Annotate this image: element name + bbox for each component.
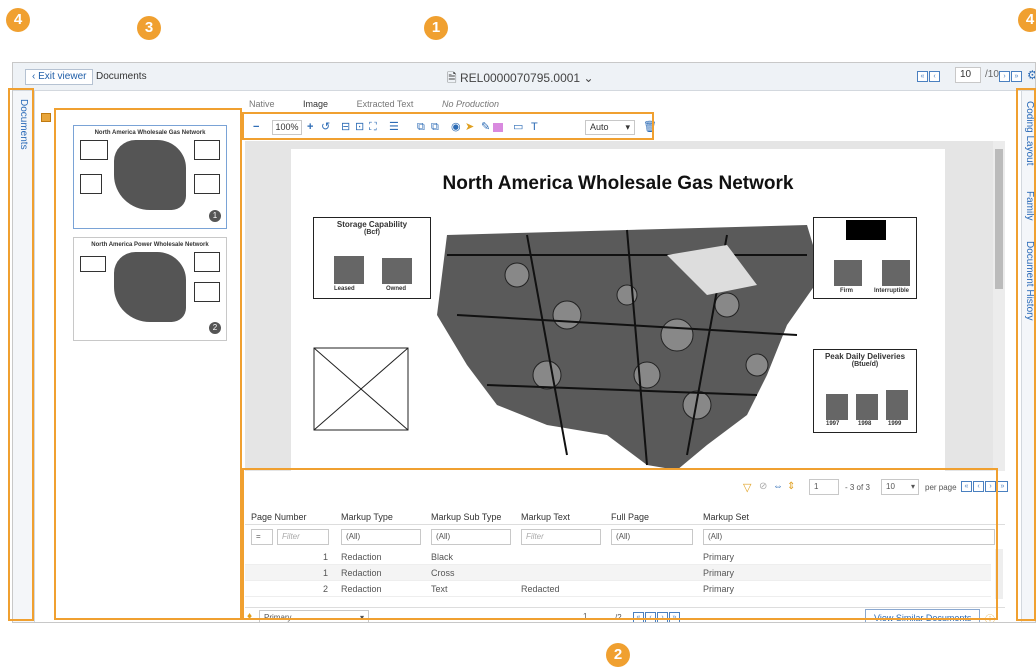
document-page: North America Wholesale Gas Network Stor… bbox=[291, 149, 945, 471]
settings-icon[interactable]: ⚙ bbox=[1027, 68, 1035, 82]
page-title: North America Wholesale Gas Network bbox=[442, 173, 794, 194]
placeholder-box bbox=[313, 347, 409, 431]
firm-interruptible-chart: Firm Interruptible bbox=[813, 217, 917, 299]
chart-unit: (Bcf) bbox=[364, 229, 380, 236]
scrollbar-thumb[interactable] bbox=[995, 149, 1003, 289]
x-tick-label: 1997 bbox=[826, 421, 840, 427]
bar-1997 bbox=[826, 394, 848, 420]
storage-capability-chart: Storage Capability (Bcf) Leased Owned bbox=[313, 217, 431, 299]
next-doc-button[interactable]: › bbox=[999, 71, 1010, 82]
gas-network-map bbox=[437, 225, 822, 470]
thumbnail-icon[interactable] bbox=[41, 113, 51, 122]
chevron-down-icon: ⌄ bbox=[580, 71, 594, 85]
document-image-viewer[interactable]: North America Wholesale Gas Network Stor… bbox=[245, 141, 1005, 471]
chart-unit: (Btue/d) bbox=[851, 361, 879, 368]
x-tick-label: Leased bbox=[334, 286, 355, 292]
redacted-block bbox=[846, 220, 886, 240]
bar-1998 bbox=[856, 394, 878, 420]
document-icon: 🗎 bbox=[447, 71, 460, 85]
callout-3: 3 bbox=[137, 16, 161, 40]
grid-last-button[interactable]: » bbox=[997, 481, 1008, 492]
last-doc-button[interactable]: » bbox=[1011, 71, 1022, 82]
viewer-header: ‹ Exit viewer Documents 🗎 REL0000070795.… bbox=[13, 63, 1035, 91]
doc-position-input[interactable]: 10 bbox=[955, 67, 981, 83]
doc-total: /10 bbox=[985, 69, 999, 80]
callout-4-right: 4 bbox=[1018, 8, 1036, 32]
bar-leased bbox=[334, 256, 364, 284]
bar-owned bbox=[382, 258, 412, 284]
first-doc-button[interactable]: « bbox=[917, 71, 928, 82]
x-tick-label: Firm bbox=[840, 288, 854, 294]
x-tick-label: 1998 bbox=[858, 421, 872, 427]
prev-doc-button[interactable]: ‹ bbox=[929, 71, 940, 82]
bar-interruptible bbox=[882, 260, 910, 286]
bar-firm bbox=[834, 260, 862, 286]
region-outline-4-left bbox=[8, 88, 34, 621]
viewer-scrollbar[interactable] bbox=[993, 141, 1005, 471]
exit-viewer-button[interactable]: ‹ Exit viewer bbox=[25, 69, 94, 85]
x-tick-label: Interruptible bbox=[874, 288, 910, 294]
peak-deliveries-chart: Peak Daily Deliveries (Btue/d) 1997 1998… bbox=[813, 349, 917, 433]
region-outline-1 bbox=[242, 112, 654, 140]
x-tick-label: 1999 bbox=[888, 421, 902, 427]
callout-4-left: 4 bbox=[6, 8, 30, 32]
chart-title: Storage Capability bbox=[336, 220, 408, 229]
tab-production[interactable]: No Production bbox=[442, 99, 499, 109]
breadcrumb[interactable]: Documents bbox=[96, 71, 147, 82]
region-outline-3 bbox=[54, 108, 242, 620]
tab-extracted-text[interactable]: Extracted Text bbox=[357, 99, 414, 109]
region-outline-4-right bbox=[1016, 88, 1036, 621]
tab-native[interactable]: Native bbox=[249, 99, 275, 109]
document-title[interactable]: 🗎 REL0000070795.0001 ⌄ bbox=[447, 69, 594, 90]
tab-image[interactable]: Image bbox=[303, 99, 328, 109]
x-tick-label: Owned bbox=[386, 286, 407, 292]
bar-1999 bbox=[886, 390, 908, 420]
chart-title: Peak Daily Deliveries bbox=[824, 352, 906, 361]
callout-1: 1 bbox=[424, 16, 448, 40]
callout-2: 2 bbox=[606, 643, 630, 667]
viewer-tabs: Native Image Extracted Text No Productio… bbox=[249, 99, 525, 109]
region-outline-2 bbox=[242, 468, 998, 620]
